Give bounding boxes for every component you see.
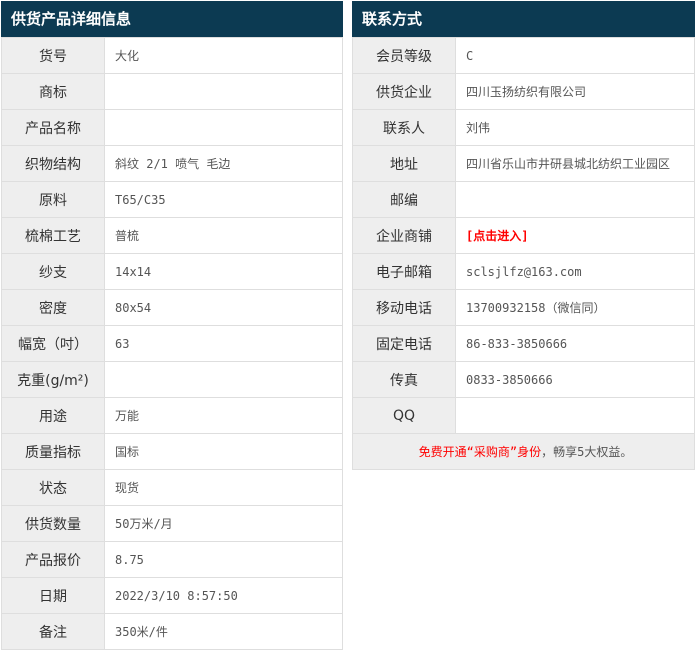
row-value: 13700932158（微信同）: [455, 289, 695, 326]
row-label: QQ: [352, 397, 456, 434]
row-label: 织物结构: [1, 145, 105, 182]
table-row: 幅宽（吋） 63: [1, 325, 343, 362]
row-label: 纱支: [1, 253, 105, 290]
buyer-upgrade-notice: 免费开通“采购商”身份，畅享5大权益。: [352, 433, 695, 470]
shop-enter-link[interactable]: [点击进入]: [466, 229, 528, 243]
row-value: 刘伟: [455, 109, 695, 146]
row-value: 14x14: [104, 253, 343, 290]
table-row: 克重(g/m²): [1, 361, 343, 398]
row-label: 联系人: [352, 109, 456, 146]
table-row: 传真 0833-3850666: [352, 361, 695, 398]
row-label: 会员等级: [352, 37, 456, 74]
contact-rows: 会员等级 C 供货企业 四川玉扬纺织有限公司 联系人 刘伟 地址 四川省乐山市井研县城北纺织工…: [352, 37, 695, 434]
row-value: 80x54: [104, 289, 343, 326]
row-value: 国标: [104, 433, 343, 470]
row-value: [455, 181, 695, 218]
row-value: 2022/3/10 8:57:50: [104, 577, 343, 614]
table-row: 电子邮箱 sclsjlfz@163.com: [352, 253, 695, 290]
row-label: 日期: [1, 577, 105, 614]
table-row: 会员等级 C: [352, 37, 695, 74]
contact-panel-title: 联系方式: [352, 1, 695, 37]
table-row: 供货企业 四川玉扬纺织有限公司: [352, 73, 695, 110]
row-value: 63: [104, 325, 343, 362]
table-row: 商标: [1, 73, 343, 110]
row-value: 0833-3850666: [455, 361, 695, 398]
row-value: 斜纹 2/1 喷气 毛边: [104, 145, 343, 182]
row-value: [104, 109, 343, 146]
row-label: 幅宽（吋）: [1, 325, 105, 362]
table-row: 日期 2022/3/10 8:57:50: [1, 577, 343, 614]
row-label: 状态: [1, 469, 105, 506]
row-value: T65/C35: [104, 181, 343, 218]
row-label: 移动电话: [352, 289, 456, 326]
row-value: 8.75: [104, 541, 343, 578]
table-row: 备注 350米/件: [1, 613, 343, 650]
row-value: [455, 397, 695, 434]
table-row: 移动电话 13700932158（微信同）: [352, 289, 695, 326]
row-label: 质量指标: [1, 433, 105, 470]
table-row: 质量指标 国标: [1, 433, 343, 470]
table-row: 联系人 刘伟: [352, 109, 695, 146]
row-value: 50万米/月: [104, 505, 343, 542]
table-row: 邮编: [352, 181, 695, 218]
row-label: 供货数量: [1, 505, 105, 542]
row-value: C: [455, 37, 695, 74]
contact-table: 会员等级 C 供货企业 四川玉扬纺织有限公司 联系人 刘伟 地址 四川省乐山市井研县城北纺织工…: [352, 37, 695, 470]
row-label: 用途: [1, 397, 105, 434]
row-value: [104, 361, 343, 398]
table-row: 原料 T65/C35: [1, 181, 343, 218]
table-row: 纱支 14x14: [1, 253, 343, 290]
table-row: 地址 四川省乐山市井研县城北纺织工业园区: [352, 145, 695, 182]
row-label: 货号: [1, 37, 105, 74]
table-row: 织物结构 斜纹 2/1 喷气 毛边: [1, 145, 343, 182]
row-label: 邮编: [352, 181, 456, 218]
row-label: 克重(g/m²): [1, 361, 105, 398]
buyer-upgrade-notice-row: 免费开通“采购商”身份，畅享5大权益。: [352, 433, 695, 470]
table-row: 用途 万能: [1, 397, 343, 434]
row-label: 产品名称: [1, 109, 105, 146]
table-row: 固定电话 86-833-3850666: [352, 325, 695, 362]
table-row: 货号 大化: [1, 37, 343, 74]
product-info-panel: 供货产品详细信息 货号 大化 商标 产品名称 织物结构 斜纹 2/1 喷气 毛边 原料 T65…: [1, 1, 343, 650]
table-row: 梳棉工艺 普梳: [1, 217, 343, 254]
contact-info-panel: 联系方式 会员等级 C 供货企业 四川玉扬纺织有限公司 联系人 刘伟 地址 四川省乐山市井研县…: [352, 1, 695, 470]
row-value: [104, 73, 343, 110]
row-value: 四川玉扬纺织有限公司: [455, 73, 695, 110]
row-value: 普梳: [104, 217, 343, 254]
row-value: sclsjlfz@163.com: [455, 253, 695, 290]
table-row: 企业商铺 [点击进入]: [352, 217, 695, 254]
page: 供货产品详细信息 货号 大化 商标 产品名称 织物结构 斜纹 2/1 喷气 毛边 原料 T65…: [0, 0, 696, 651]
row-label: 密度: [1, 289, 105, 326]
table-row: 供货数量 50万米/月: [1, 505, 343, 542]
table-row: QQ: [352, 397, 695, 434]
row-label: 固定电话: [352, 325, 456, 362]
row-label: 供货企业: [352, 73, 456, 110]
row-label: 地址: [352, 145, 456, 182]
row-value: 350米/件: [104, 613, 343, 650]
row-label: 备注: [1, 613, 105, 650]
row-value: 大化: [104, 37, 343, 74]
row-value: 现货: [104, 469, 343, 506]
row-value: 四川省乐山市井研县城北纺织工业园区: [455, 145, 695, 182]
table-row: 产品名称: [1, 109, 343, 146]
table-row: 产品报价 8.75: [1, 541, 343, 578]
row-value: 86-833-3850666: [455, 325, 695, 362]
row-label: 原料: [1, 181, 105, 218]
row-value: 万能: [104, 397, 343, 434]
row-label: 传真: [352, 361, 456, 398]
row-value: [点击进入]: [455, 217, 695, 254]
row-label: 企业商铺: [352, 217, 456, 254]
table-row: 密度 80x54: [1, 289, 343, 326]
row-label: 电子邮箱: [352, 253, 456, 290]
table-row: 状态 现货: [1, 469, 343, 506]
row-label: 梳棉工艺: [1, 217, 105, 254]
product-detail-rows: 货号 大化 商标 产品名称 织物结构 斜纹 2/1 喷气 毛边 原料 T65/C35 梳棉工艺普…: [1, 37, 343, 650]
buyer-upgrade-notice-rest: ，畅享5大权益。: [541, 445, 633, 459]
product-detail-table: 货号 大化 商标 产品名称 织物结构 斜纹 2/1 喷气 毛边 原料 T65/C35 梳棉工艺普…: [1, 37, 343, 650]
product-panel-title: 供货产品详细信息: [1, 1, 343, 37]
buyer-upgrade-link[interactable]: 免费开通“采购商”身份: [419, 445, 541, 459]
row-label: 商标: [1, 73, 105, 110]
row-label: 产品报价: [1, 541, 105, 578]
